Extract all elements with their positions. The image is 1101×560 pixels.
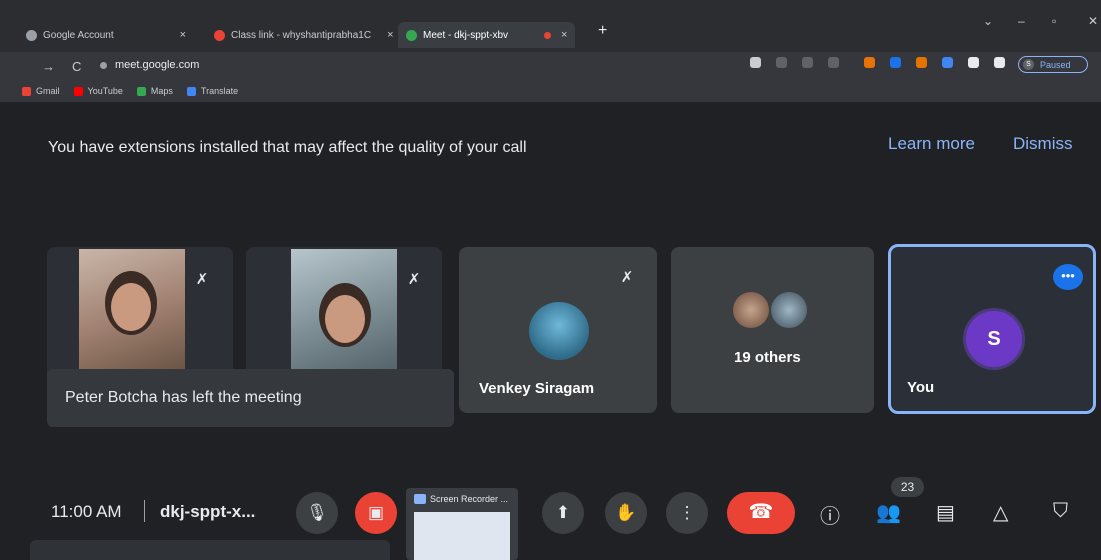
microphone-button[interactable]: 🎙 bbox=[296, 492, 338, 534]
tab-google-account[interactable]: Google Account × bbox=[18, 22, 194, 48]
site-info-icon[interactable] bbox=[100, 61, 107, 69]
bookmark-youtube[interactable]: YouTube bbox=[73, 86, 123, 96]
present-screen-button[interactable]: ⬆ bbox=[542, 492, 584, 534]
raise-hand-button[interactable]: ✋ bbox=[605, 492, 647, 534]
bookmark-label: YouTube bbox=[87, 86, 123, 96]
host-controls-icon[interactable]: ⛉ bbox=[1053, 500, 1068, 523]
puzzle-icon[interactable] bbox=[968, 57, 979, 68]
share-icon[interactable] bbox=[802, 57, 813, 68]
bookmark-label: Gmail bbox=[36, 86, 60, 96]
people-icon[interactable]: 👥 bbox=[876, 500, 901, 525]
dismiss-button[interactable]: Dismiss bbox=[1013, 134, 1073, 154]
avatar bbox=[529, 302, 589, 360]
divider bbox=[144, 500, 145, 522]
avatar: S bbox=[1023, 59, 1034, 70]
extension-icon[interactable] bbox=[890, 57, 901, 68]
bookmarks-bar: Gmail YouTube Maps Translate bbox=[0, 80, 1101, 102]
participant-video bbox=[79, 249, 185, 369]
speaking-indicator-icon: ••• bbox=[1053, 264, 1083, 290]
bookmark-star-icon[interactable] bbox=[828, 57, 839, 68]
sidebar-icon[interactable] bbox=[994, 57, 1005, 68]
avatar: S bbox=[963, 308, 1025, 370]
forward-icon[interactable]: → bbox=[42, 59, 55, 74]
extension-icon[interactable] bbox=[942, 57, 953, 68]
tab-search-icon[interactable]: ⌄ bbox=[983, 14, 993, 28]
meeting-code: dkj-sppt-x... bbox=[160, 502, 256, 521]
zoom-icon[interactable] bbox=[776, 57, 787, 68]
mic-off-icon: ✗ bbox=[620, 269, 634, 286]
others-count: 19 others bbox=[734, 349, 801, 366]
meeting-time: 11:00 AM bbox=[51, 502, 122, 521]
youtube-icon bbox=[73, 86, 83, 96]
taskbar bbox=[30, 540, 390, 560]
bookmark-label: Translate bbox=[200, 86, 239, 96]
participants-count-badge: 23 bbox=[891, 477, 924, 497]
tab-label: Meet - dkj-sppt-xbv bbox=[423, 29, 509, 41]
meeting-info-icon[interactable]: ⓘ bbox=[820, 500, 840, 529]
mic-off-icon: ✗ bbox=[407, 271, 421, 288]
window-close-icon[interactable]: ✕ bbox=[1088, 14, 1098, 28]
self-name: You bbox=[907, 379, 935, 396]
tab-strip: Google Account × Class link - whyshantip… bbox=[0, 0, 1101, 52]
recording-icon bbox=[544, 31, 552, 39]
close-icon[interactable]: × bbox=[387, 29, 393, 41]
avatar bbox=[771, 292, 807, 328]
recorder-icon bbox=[414, 494, 426, 504]
activities-icon[interactable]: △ bbox=[993, 500, 1008, 525]
recorder-preview bbox=[414, 512, 510, 560]
bookmark-gmail[interactable]: Gmail bbox=[22, 86, 60, 96]
tab-meet[interactable]: Meet - dkj-sppt-xbv × bbox=[398, 22, 576, 48]
learn-more-link[interactable]: Learn more bbox=[888, 134, 975, 154]
others-tile[interactable]: 19 others bbox=[671, 247, 874, 413]
participant-video bbox=[291, 249, 397, 369]
camera-icon[interactable] bbox=[750, 57, 761, 68]
participant-tile[interactable]: ✗ Venkey Siragam bbox=[459, 247, 657, 413]
extension-icon[interactable] bbox=[864, 57, 875, 68]
mic-off-icon: ✗ bbox=[195, 271, 209, 288]
meet-icon bbox=[406, 29, 417, 41]
tab-class-link[interactable]: Class link - whyshantiprabha1C × bbox=[206, 22, 402, 48]
new-tab-button[interactable]: + bbox=[598, 22, 607, 40]
url-text: meet.google.com bbox=[115, 59, 200, 71]
close-icon[interactable]: × bbox=[180, 29, 186, 41]
reload-icon[interactable]: C bbox=[72, 59, 81, 74]
translate-icon bbox=[186, 86, 196, 96]
tab-label: Class link - whyshantiprabha1C bbox=[231, 29, 372, 41]
camera-off-button[interactable]: ▣ bbox=[355, 492, 397, 534]
more-options-button[interactable]: ⋮ bbox=[666, 492, 708, 534]
chat-icon[interactable]: ▤ bbox=[936, 500, 955, 525]
participant-name: Venkey Siragam bbox=[479, 380, 595, 397]
bookmark-translate[interactable]: Translate bbox=[186, 86, 239, 96]
maps-icon bbox=[136, 86, 146, 96]
screen-recorder-popup[interactable]: Screen Recorder ... bbox=[406, 488, 518, 560]
profile-status: Paused bbox=[1040, 59, 1071, 70]
leave-call-button[interactable]: ☎ bbox=[727, 492, 795, 534]
tab-label: Google Account bbox=[43, 29, 114, 41]
close-icon[interactable]: × bbox=[561, 29, 567, 41]
profile-button[interactable]: S Paused bbox=[1018, 56, 1088, 73]
minimize-icon[interactable]: – bbox=[1018, 14, 1025, 28]
google-icon bbox=[26, 29, 37, 41]
bookmark-label: Maps bbox=[150, 86, 173, 96]
self-tile[interactable]: ••• S You bbox=[888, 244, 1096, 414]
address-bar[interactable]: meet.google.com bbox=[100, 59, 199, 71]
gmail-icon bbox=[214, 29, 225, 41]
restore-icon[interactable]: ▫ bbox=[1052, 14, 1056, 28]
left-meeting-notification: Peter Botcha has left the meeting bbox=[47, 369, 454, 427]
gmail-icon bbox=[22, 86, 31, 96]
extensions-warning: You have extensions installed that may a… bbox=[48, 139, 527, 156]
avatar bbox=[733, 292, 769, 328]
extension-icon[interactable] bbox=[916, 57, 927, 68]
bookmark-maps[interactable]: Maps bbox=[136, 86, 173, 96]
